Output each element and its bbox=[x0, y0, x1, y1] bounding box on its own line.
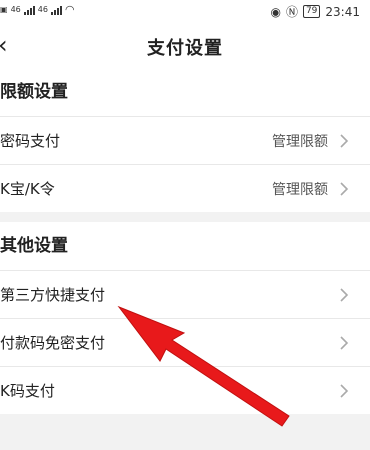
signal-icon-2 bbox=[50, 5, 62, 15]
network-type-1: 46 bbox=[10, 5, 21, 14]
limit-section: 限额设置 密码支付 管理限额 K宝/K令 管理限额 bbox=[0, 68, 370, 212]
notification-icon: ▣ bbox=[0, 5, 8, 14]
status-bar: ▣ 46 46 ◠ ◉ Ⓝ 79 23:41 bbox=[0, 0, 370, 24]
chevron-right-icon bbox=[340, 335, 349, 350]
battery-icon: 79 bbox=[302, 5, 321, 18]
manage-limit-link[interactable]: 管理限额 bbox=[272, 131, 328, 151]
chevron-right-icon bbox=[340, 181, 349, 196]
wifi-icon: ◠ bbox=[64, 3, 75, 16]
row-third-party-pay[interactable]: 第三方快捷支付 bbox=[0, 270, 370, 318]
status-left: ▣ 46 46 ◠ bbox=[0, 3, 75, 16]
nav-bar: ‹ 支付设置 bbox=[0, 24, 370, 68]
row-label: K宝/K令 bbox=[0, 180, 55, 198]
clock: 23:41 bbox=[325, 4, 360, 19]
other-section: 其他设置 第三方快捷支付 付款码免密支付 K码支付 bbox=[0, 222, 370, 414]
row-password-pay[interactable]: 密码支付 管理限额 bbox=[0, 116, 370, 164]
nfc-icon: Ⓝ bbox=[285, 5, 298, 19]
chevron-right-icon bbox=[340, 383, 349, 398]
eye-icon: ◉ bbox=[270, 4, 281, 19]
chevron-right-icon bbox=[340, 133, 349, 148]
section-title-limit: 限额设置 bbox=[0, 82, 68, 102]
row-k-code-pay[interactable]: K码支付 bbox=[0, 366, 370, 414]
page-title: 支付设置 bbox=[147, 38, 223, 59]
row-kbao-kling[interactable]: K宝/K令 管理限额 bbox=[0, 164, 370, 212]
row-qr-password-free[interactable]: 付款码免密支付 bbox=[0, 318, 370, 366]
status-right: ◉ Ⓝ 79 23:41 bbox=[270, 3, 360, 20]
row-label: K码支付 bbox=[0, 382, 55, 400]
row-label: 付款码免密支付 bbox=[0, 334, 106, 352]
row-label: 第三方快捷支付 bbox=[0, 286, 106, 304]
section-title-other: 其他设置 bbox=[0, 236, 68, 256]
manage-limit-link[interactable]: 管理限额 bbox=[272, 179, 328, 199]
network-type-2: 46 bbox=[37, 5, 48, 14]
chevron-right-icon bbox=[340, 287, 349, 302]
signal-icon bbox=[23, 5, 35, 15]
row-label: 密码支付 bbox=[0, 132, 61, 150]
